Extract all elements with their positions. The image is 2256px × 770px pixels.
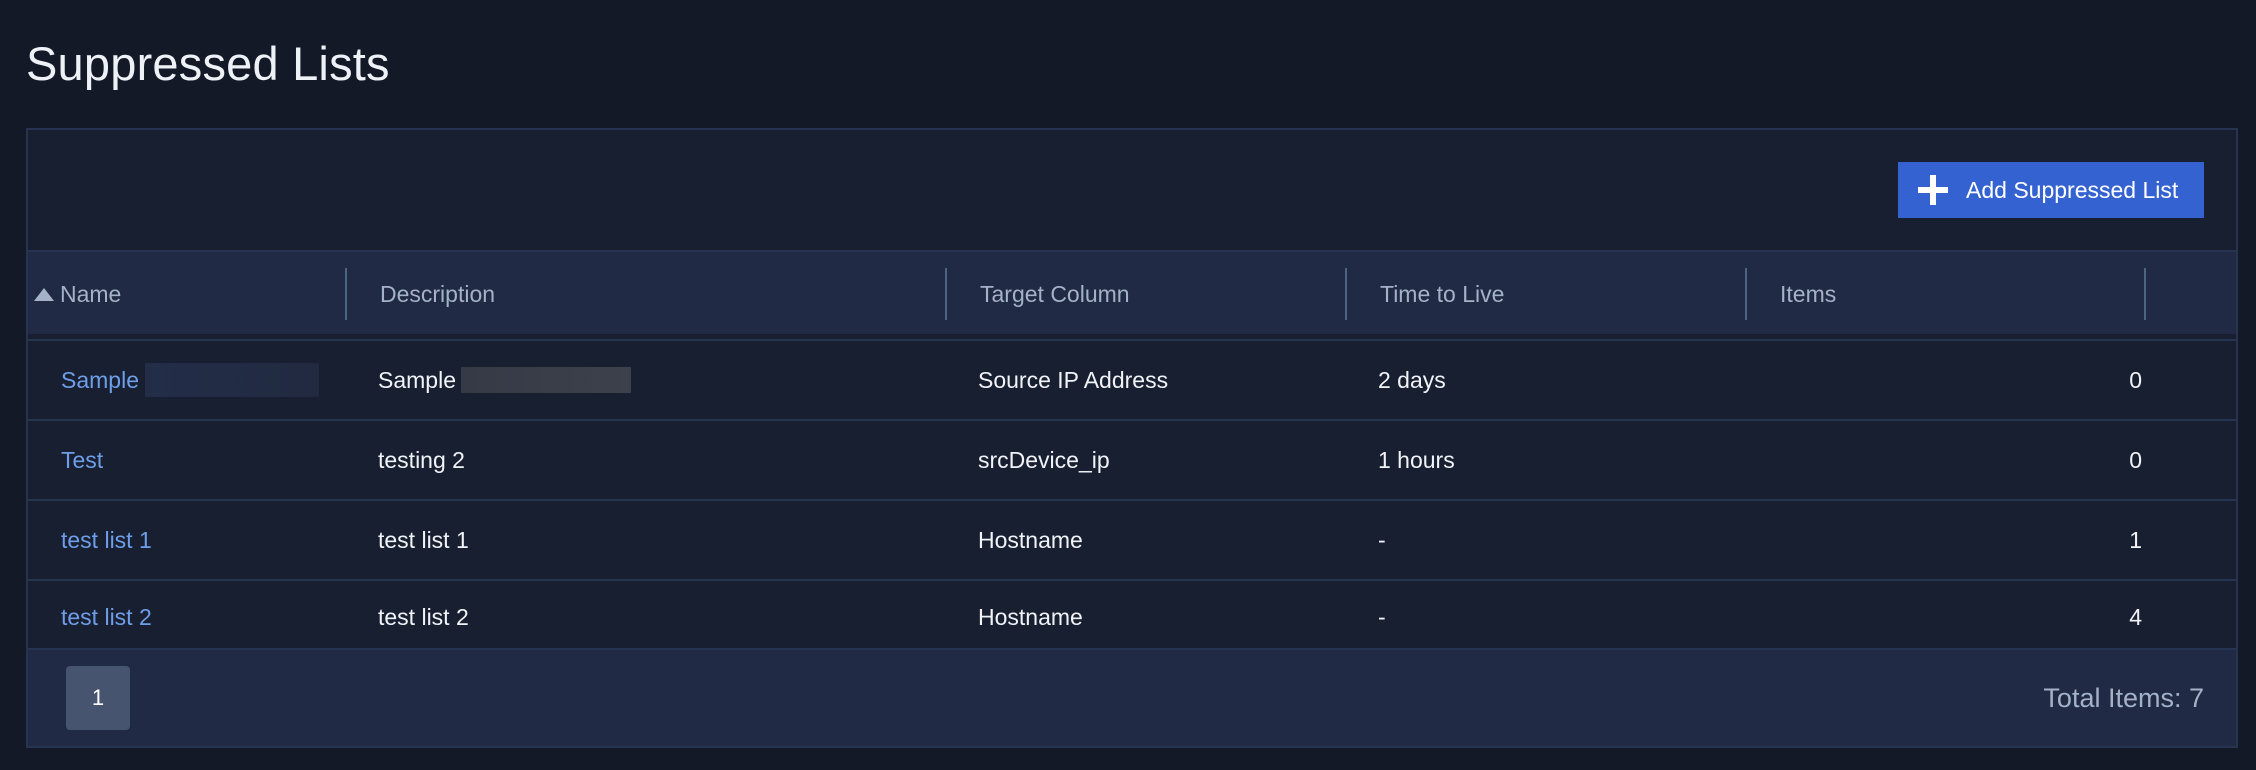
- column-resize-handle[interactable]: [1745, 268, 1747, 320]
- page-title: Suppressed Lists: [26, 37, 390, 90]
- target-column-cell: Hostname: [978, 526, 1083, 553]
- list-name-link[interactable]: test list 2: [61, 581, 152, 654]
- items-cell: 0: [2129, 366, 2142, 393]
- list-name-link[interactable]: test list 1: [61, 501, 152, 579]
- column-header-items[interactable]: Items: [1780, 252, 1836, 336]
- redacted-block: [144, 363, 319, 397]
- target-column-cell: Hostname: [978, 604, 1083, 630]
- items-cell: 0: [2129, 446, 2142, 473]
- description-cell: test list 1: [378, 526, 469, 553]
- redacted-block: [460, 367, 631, 393]
- items-cell: 4: [2129, 604, 2142, 630]
- add-suppressed-list-label: Add Suppressed List: [1966, 176, 2179, 203]
- target-column-cell: Source IP Address: [978, 366, 1169, 393]
- column-header-label: Time to Live: [1380, 280, 1505, 307]
- add-suppressed-list-button[interactable]: Add Suppressed List: [1898, 162, 2204, 218]
- column-resize-handle[interactable]: [945, 268, 947, 320]
- column-header-target-column[interactable]: Target Column: [980, 252, 1130, 336]
- description-cell: testing 2: [378, 446, 465, 473]
- table-row: Test testing 2 srcDevice_ip 1 hours 0: [28, 421, 2236, 501]
- column-header-label: Name: [60, 280, 122, 307]
- list-name-link[interactable]: Sample: [61, 341, 319, 419]
- column-header-description[interactable]: Description: [380, 252, 495, 336]
- table-footer: 1 Total Items: 7: [28, 648, 2236, 746]
- column-resize-handle[interactable]: [345, 268, 347, 320]
- ttl-cell: -: [1378, 526, 1386, 553]
- table-body: Sample Sample Source IP Address 2 days 0…: [28, 341, 2236, 654]
- total-items-label: Total Items: 7: [2043, 682, 2204, 713]
- ttl-cell: -: [1378, 604, 1386, 630]
- target-column-cell: srcDevice_ip: [978, 446, 1110, 473]
- page-button-current[interactable]: 1: [66, 666, 130, 730]
- column-header-name[interactable]: Name: [34, 252, 121, 336]
- sort-ascending-icon: [34, 287, 54, 301]
- ttl-cell: 1 hours: [1378, 446, 1455, 473]
- column-header-label: Description: [380, 280, 496, 307]
- column-header-label: Target Column: [980, 280, 1130, 307]
- items-cell: 1: [2129, 526, 2142, 553]
- suppressed-lists-panel: Add Suppressed List Name Description Tar…: [26, 128, 2238, 748]
- table-header: Name Description Target Column Time to L…: [28, 250, 2236, 341]
- column-resize-handle[interactable]: [2144, 268, 2146, 320]
- list-name-link[interactable]: Test: [61, 421, 103, 499]
- description-cell: Sample: [378, 341, 631, 419]
- table-row: test list 1 test list 1 Hostname - 1: [28, 501, 2236, 581]
- ttl-cell: 2 days: [1378, 366, 1446, 393]
- plus-icon: [1918, 175, 1948, 205]
- column-resize-handle[interactable]: [1345, 268, 1347, 320]
- description-text: Sample: [378, 366, 456, 393]
- table-row: test list 2 test list 2 Hostname - 4: [28, 581, 2236, 654]
- list-name-text: Sample: [61, 366, 139, 393]
- column-header-label: Items: [1780, 280, 1837, 307]
- toolbar: Add Suppressed List: [28, 130, 2236, 250]
- table-row: Sample Sample Source IP Address 2 days 0: [28, 341, 2236, 421]
- column-header-time-to-live[interactable]: Time to Live: [1380, 252, 1504, 336]
- description-cell: test list 2: [378, 604, 469, 630]
